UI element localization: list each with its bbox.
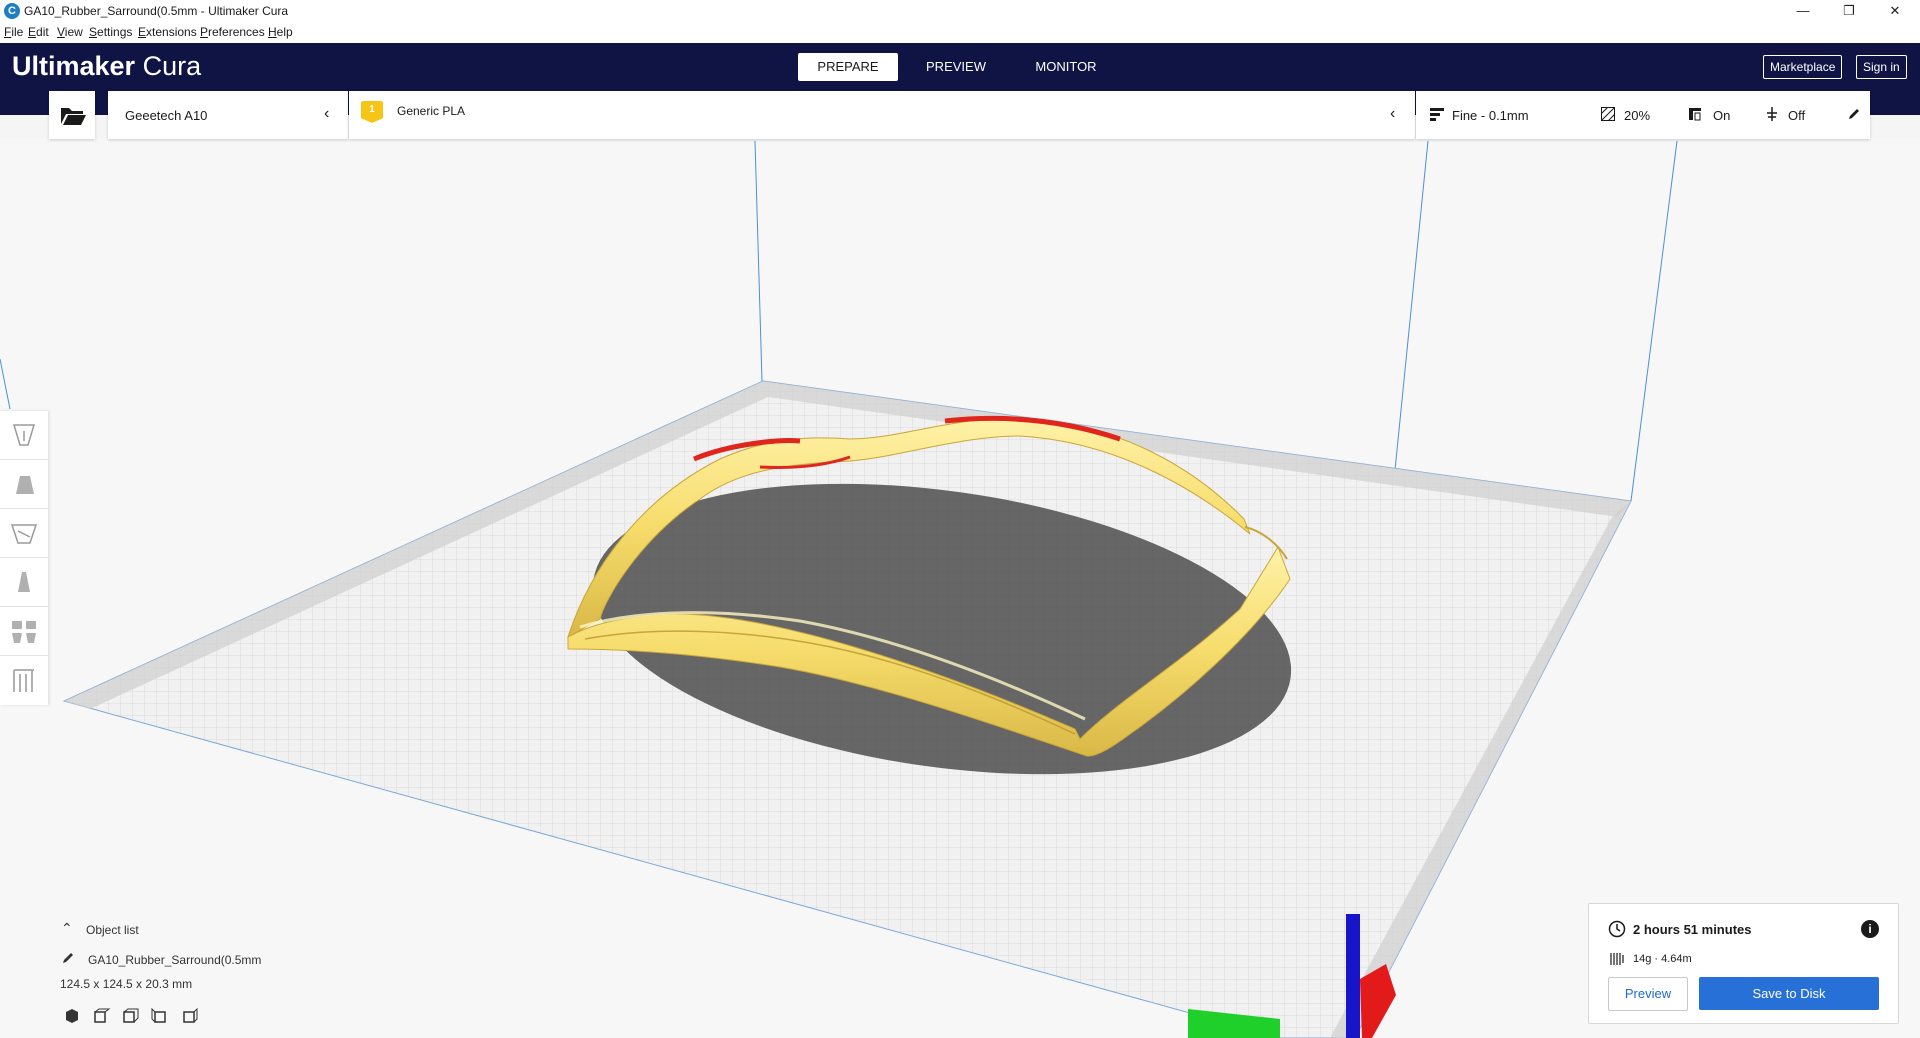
menu-preferences[interactable]: Preferences — [200, 25, 265, 39]
close-button[interactable]: ✕ — [1872, 0, 1918, 22]
printer-selector[interactable]: Geeetech A10 ‹ — [108, 91, 348, 139]
clock-icon — [1608, 920, 1626, 938]
save-to-disk-button[interactable]: Save to Disk — [1699, 977, 1879, 1010]
per-model-settings-icon — [12, 621, 36, 643]
minimize-button[interactable]: — — [1780, 0, 1826, 22]
chevron-up-icon[interactable]: ⌃ — [61, 920, 73, 937]
restore-button[interactable]: ❐ — [1826, 0, 1872, 22]
adhesion-value: Off — [1788, 108, 1806, 123]
chevron-left-icon: ‹ — [1390, 105, 1396, 122]
chevron-left-icon: ‹ — [324, 105, 330, 122]
menu-file[interactable]: File — [4, 25, 23, 39]
print-time: 2 hours 51 minutes — [1633, 922, 1752, 937]
print-settings-selector[interactable]: Fine - 0.1mm 20% On Off — [1416, 91, 1870, 139]
adhesion-icon — [1767, 107, 1777, 121]
printer-name: Geeetech A10 — [125, 108, 208, 123]
transform-tools-panel — [0, 411, 48, 705]
tab-prepare[interactable]: PREPARE — [798, 53, 898, 81]
menu-bar: File Edit View Settings Extensions Prefe… — [0, 22, 1920, 43]
top-view-icon — [123, 1008, 139, 1023]
menu-view[interactable]: View — [57, 25, 83, 39]
window-title-bar: C GA10_Rubber_Sarround(0.5mm - Ultimaker… — [0, 0, 1920, 22]
preview-button[interactable]: Preview — [1608, 977, 1688, 1011]
material-selector[interactable]: 1 Generic PLA ‹ — [349, 91, 1415, 139]
front-view-icon — [94, 1008, 111, 1023]
extruder-badge-icon: 1 — [361, 101, 383, 123]
menu-settings[interactable]: Settings — [89, 25, 132, 39]
view-buttons — [66, 1008, 198, 1023]
per-model-settings-tool[interactable] — [0, 607, 48, 656]
menu-edit[interactable]: Edit — [28, 25, 49, 39]
right-view-icon — [183, 1008, 198, 1023]
pencil-icon — [1849, 109, 1859, 119]
z-axis-gizmo — [1346, 914, 1360, 1038]
material-name: Generic PLA — [397, 104, 466, 118]
sign-in-button[interactable]: Sign in — [1856, 55, 1907, 79]
3d-view-icon — [66, 1009, 78, 1023]
rotate-tool[interactable] — [0, 509, 48, 558]
infill-icon — [1601, 107, 1615, 121]
rotate-icon — [10, 524, 38, 544]
object-name: GA10_Rubber_Sarround(0.5mm — [88, 953, 262, 967]
material-usage: 14g · 4.64m — [1633, 953, 1692, 965]
open-file-button[interactable] — [49, 91, 95, 139]
profile-icon — [1430, 108, 1444, 121]
support-icon — [1689, 108, 1701, 121]
mirror-icon — [18, 572, 30, 592]
filament-icon — [1610, 953, 1624, 965]
object-list-label[interactable]: Object list — [86, 923, 139, 937]
tab-monitor[interactable]: MONITOR — [1016, 53, 1116, 81]
pencil-icon[interactable] — [62, 952, 74, 964]
mirror-tool[interactable] — [0, 558, 48, 607]
print-summary-card: 2 hours 51 minutes i 14g · 4.64m Preview… — [1588, 903, 1899, 1024]
move-icon — [12, 424, 36, 446]
left-view-icon — [151, 1008, 166, 1023]
scale-icon — [16, 476, 34, 494]
support-blocker-icon — [13, 669, 34, 692]
menu-extensions[interactable]: Extensions — [138, 25, 197, 39]
folder-open-icon — [61, 108, 86, 125]
profile-label: Fine - 0.1mm — [1452, 108, 1529, 123]
marketplace-button[interactable]: Marketplace — [1763, 55, 1843, 79]
cura-app-icon: C — [4, 3, 20, 19]
support-blocker-tool[interactable] — [0, 656, 48, 704]
ultimaker-cura-logo: Ultimaker Cura — [12, 51, 202, 81]
move-tool[interactable] — [0, 411, 48, 460]
infill-value: 20% — [1624, 108, 1651, 123]
window-title: GA10_Rubber_Sarround(0.5mm - Ultimaker C… — [24, 4, 289, 18]
object-dimensions: 124.5 x 124.5 x 20.3 mm — [60, 977, 193, 991]
info-icon[interactable]: i — [1861, 920, 1879, 938]
tab-preview[interactable]: PREVIEW — [906, 53, 1006, 81]
menu-help[interactable]: Help — [268, 25, 293, 39]
scale-tool[interactable] — [0, 460, 48, 509]
support-value: On — [1713, 108, 1731, 123]
